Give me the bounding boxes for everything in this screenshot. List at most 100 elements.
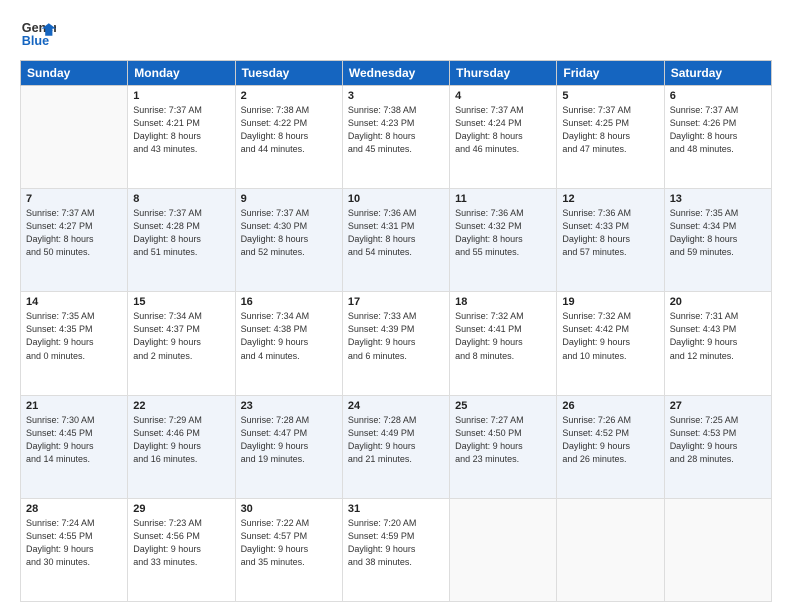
calendar-cell: 13 Sunrise: 7:35 AM Sunset: 4:34 PM Dayli… — [664, 189, 771, 292]
calendar-cell: 10 Sunrise: 7:36 AM Sunset: 4:31 PM Dayli… — [342, 189, 449, 292]
day-info: Sunrise: 7:36 AM Sunset: 4:31 PM Dayligh… — [348, 207, 444, 259]
day-number: 26 — [562, 400, 658, 412]
day-number: 27 — [670, 400, 766, 412]
day-info: Sunrise: 7:37 AM Sunset: 4:30 PM Dayligh… — [241, 207, 337, 259]
day-info: Sunrise: 7:37 AM Sunset: 4:27 PM Dayligh… — [26, 207, 122, 259]
day-info: Sunrise: 7:32 AM Sunset: 4:41 PM Dayligh… — [455, 310, 551, 362]
day-info: Sunrise: 7:37 AM Sunset: 4:21 PM Dayligh… — [133, 104, 229, 156]
day-number: 16 — [241, 296, 337, 308]
week-row-2: 7 Sunrise: 7:37 AM Sunset: 4:27 PM Daylig… — [21, 189, 772, 292]
calendar-cell: 23Sunrise: 7:28 AM Sunset: 4:47 PM Dayli… — [235, 395, 342, 498]
day-header-tuesday: Tuesday — [235, 61, 342, 86]
calendar-cell: 19 Sunrise: 7:32 AM Sunset: 4:42 PM Dayli… — [557, 292, 664, 395]
day-number: 3 — [348, 90, 444, 102]
day-number: 19 — [562, 296, 658, 308]
day-header-row: SundayMondayTuesdayWednesdayThursdayFrid… — [21, 61, 772, 86]
day-info: Sunrise: 7:36 AM Sunset: 4:33 PM Dayligh… — [562, 207, 658, 259]
calendar-table: SundayMondayTuesdayWednesdayThursdayFrid… — [20, 60, 772, 602]
day-number: 6 — [670, 90, 766, 102]
calendar-cell: 18 Sunrise: 7:32 AM Sunset: 4:41 PM Dayli… — [450, 292, 557, 395]
day-info: Sunrise: 7:37 AM Sunset: 4:26 PM Dayligh… — [670, 104, 766, 156]
calendar-cell: 20 Sunrise: 7:31 AM Sunset: 4:43 PM Dayli… — [664, 292, 771, 395]
calendar-cell: 16 Sunrise: 7:34 AM Sunset: 4:38 PM Dayli… — [235, 292, 342, 395]
calendar-cell: 6 Sunrise: 7:37 AM Sunset: 4:26 PM Daylig… — [664, 86, 771, 189]
day-info: Sunrise: 7:28 AM Sunset: 4:47 PM Dayligh… — [241, 414, 337, 466]
day-number: 18 — [455, 296, 551, 308]
day-number: 9 — [241, 193, 337, 205]
calendar-cell: 31 Sunrise: 7:20 AM Sunset: 4:59 PM Dayli… — [342, 498, 449, 601]
day-info: Sunrise: 7:20 AM Sunset: 4:59 PM Dayligh… — [348, 517, 444, 569]
week-row-4: 21Sunrise: 7:30 AM Sunset: 4:45 PM Dayli… — [21, 395, 772, 498]
calendar-cell: 17Sunrise: 7:33 AM Sunset: 4:39 PM Dayli… — [342, 292, 449, 395]
day-number: 13 — [670, 193, 766, 205]
calendar-cell — [557, 498, 664, 601]
calendar-cell — [450, 498, 557, 601]
day-header-monday: Monday — [128, 61, 235, 86]
day-number: 11 — [455, 193, 551, 205]
week-row-1: 1 Sunrise: 7:37 AM Sunset: 4:21 PM Daylig… — [21, 86, 772, 189]
day-info: Sunrise: 7:33 AM Sunset: 4:39 PM Dayligh… — [348, 310, 444, 362]
day-number: 30 — [241, 503, 337, 515]
day-info: Sunrise: 7:26 AM Sunset: 4:52 PM Dayligh… — [562, 414, 658, 466]
day-info: Sunrise: 7:29 AM Sunset: 4:46 PM Dayligh… — [133, 414, 229, 466]
calendar-cell: 3 Sunrise: 7:38 AM Sunset: 4:23 PM Daylig… — [342, 86, 449, 189]
day-header-friday: Friday — [557, 61, 664, 86]
calendar-cell: 8 Sunrise: 7:37 AM Sunset: 4:28 PM Daylig… — [128, 189, 235, 292]
day-number: 29 — [133, 503, 229, 515]
calendar-cell: 28Sunrise: 7:24 AM Sunset: 4:55 PM Dayli… — [21, 498, 128, 601]
calendar-cell: 12 Sunrise: 7:36 AM Sunset: 4:33 PM Dayli… — [557, 189, 664, 292]
calendar-cell: 26 Sunrise: 7:26 AM Sunset: 4:52 PM Dayli… — [557, 395, 664, 498]
logo-icon: General Blue — [20, 16, 56, 52]
day-info: Sunrise: 7:38 AM Sunset: 4:23 PM Dayligh… — [348, 104, 444, 156]
calendar-cell — [664, 498, 771, 601]
day-number: 15 — [133, 296, 229, 308]
calendar-cell: 2Sunrise: 7:38 AM Sunset: 4:22 PM Daylig… — [235, 86, 342, 189]
day-info: Sunrise: 7:36 AM Sunset: 4:32 PM Dayligh… — [455, 207, 551, 259]
calendar-cell: 25Sunrise: 7:27 AM Sunset: 4:50 PM Dayli… — [450, 395, 557, 498]
day-number: 22 — [133, 400, 229, 412]
calendar-cell: 11 Sunrise: 7:36 AM Sunset: 4:32 PM Dayli… — [450, 189, 557, 292]
day-info: Sunrise: 7:22 AM Sunset: 4:57 PM Dayligh… — [241, 517, 337, 569]
day-number: 4 — [455, 90, 551, 102]
calendar-cell: 30 Sunrise: 7:22 AM Sunset: 4:57 PM Dayli… — [235, 498, 342, 601]
calendar-cell: 14 Sunrise: 7:35 AM Sunset: 4:35 PM Dayli… — [21, 292, 128, 395]
day-number: 10 — [348, 193, 444, 205]
day-header-wednesday: Wednesday — [342, 61, 449, 86]
calendar-cell: 21Sunrise: 7:30 AM Sunset: 4:45 PM Dayli… — [21, 395, 128, 498]
day-info: Sunrise: 7:31 AM Sunset: 4:43 PM Dayligh… — [670, 310, 766, 362]
day-header-saturday: Saturday — [664, 61, 771, 86]
header: General Blue — [20, 16, 772, 52]
day-number: 14 — [26, 296, 122, 308]
calendar-cell: 9 Sunrise: 7:37 AM Sunset: 4:30 PM Daylig… — [235, 189, 342, 292]
week-row-3: 14 Sunrise: 7:35 AM Sunset: 4:35 PM Dayli… — [21, 292, 772, 395]
day-info: Sunrise: 7:37 AM Sunset: 4:28 PM Dayligh… — [133, 207, 229, 259]
day-info: Sunrise: 7:34 AM Sunset: 4:37 PM Dayligh… — [133, 310, 229, 362]
day-info: Sunrise: 7:25 AM Sunset: 4:53 PM Dayligh… — [670, 414, 766, 466]
day-info: Sunrise: 7:28 AM Sunset: 4:49 PM Dayligh… — [348, 414, 444, 466]
calendar-cell: 27 Sunrise: 7:25 AM Sunset: 4:53 PM Dayli… — [664, 395, 771, 498]
day-number: 7 — [26, 193, 122, 205]
day-number: 1 — [133, 90, 229, 102]
day-number: 20 — [670, 296, 766, 308]
day-info: Sunrise: 7:35 AM Sunset: 4:35 PM Dayligh… — [26, 310, 122, 362]
day-info: Sunrise: 7:34 AM Sunset: 4:38 PM Dayligh… — [241, 310, 337, 362]
day-number: 2 — [241, 90, 337, 102]
calendar-cell — [21, 86, 128, 189]
svg-text:Blue: Blue — [22, 34, 49, 48]
day-header-thursday: Thursday — [450, 61, 557, 86]
day-number: 31 — [348, 503, 444, 515]
calendar-cell: 1 Sunrise: 7:37 AM Sunset: 4:21 PM Daylig… — [128, 86, 235, 189]
day-number: 28 — [26, 503, 122, 515]
day-number: 12 — [562, 193, 658, 205]
day-number: 24 — [348, 400, 444, 412]
day-number: 8 — [133, 193, 229, 205]
logo: General Blue — [20, 16, 60, 52]
day-info: Sunrise: 7:32 AM Sunset: 4:42 PM Dayligh… — [562, 310, 658, 362]
calendar-cell: 22 Sunrise: 7:29 AM Sunset: 4:46 PM Dayli… — [128, 395, 235, 498]
calendar-cell: 5Sunrise: 7:37 AM Sunset: 4:25 PM Daylig… — [557, 86, 664, 189]
day-info: Sunrise: 7:35 AM Sunset: 4:34 PM Dayligh… — [670, 207, 766, 259]
day-info: Sunrise: 7:23 AM Sunset: 4:56 PM Dayligh… — [133, 517, 229, 569]
calendar-cell: 7 Sunrise: 7:37 AM Sunset: 4:27 PM Daylig… — [21, 189, 128, 292]
day-info: Sunrise: 7:27 AM Sunset: 4:50 PM Dayligh… — [455, 414, 551, 466]
day-info: Sunrise: 7:37 AM Sunset: 4:25 PM Dayligh… — [562, 104, 658, 156]
